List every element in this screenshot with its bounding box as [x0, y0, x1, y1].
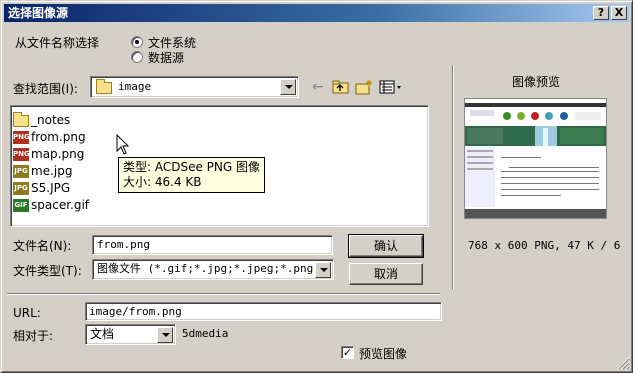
preview-checkbox[interactable]: ✓ [341, 346, 354, 359]
site-name: 5dmedia [182, 327, 229, 340]
ok-button[interactable]: 确认 [348, 234, 424, 258]
title-bar[interactable]: 选择图像源 ? X [4, 4, 629, 22]
filetype-combo[interactable]: 图像文件 (*.gif;*.jpg;*.jpeg;*.png) [92, 259, 334, 280]
radio-filesystem[interactable] [131, 36, 143, 48]
filename-value: from.png [97, 238, 150, 251]
new-folder-icon[interactable] [354, 77, 374, 97]
view-menu-icon[interactable] [378, 77, 404, 97]
file-name: _notes [31, 113, 71, 127]
vertical-divider [452, 65, 454, 289]
png-file-icon: PNG [13, 148, 30, 161]
cancel-button[interactable]: 取消 [349, 263, 423, 285]
relative-label: 相对于: [13, 329, 54, 343]
lookin-combo[interactable]: image [90, 76, 299, 98]
file-name: me.jpg [31, 164, 73, 178]
tooltip-type: 类型: ACDSee PNG 图像 [123, 160, 260, 174]
resize-grip-icon[interactable] [617, 357, 630, 370]
preview-checkbox-label: 预览图像 [359, 347, 408, 361]
file-tooltip: 类型: ACDSee PNG 图像 大小: 46.4 KB [118, 157, 265, 193]
lookin-value: image [118, 80, 152, 93]
jpg-file-icon: JPG [13, 182, 29, 195]
folder-icon [13, 112, 29, 127]
preview-image [464, 98, 607, 219]
horizontal-divider [7, 293, 440, 295]
back-icon[interactable]: ← [308, 77, 328, 97]
filetype-dropdown-arrow[interactable] [315, 262, 331, 278]
dialog-window: 选择图像源 ? X 从文件名称选择 文件系统 数据源 查找范围(I): imag… [0, 0, 633, 373]
png-file-icon: PNG [13, 131, 30, 144]
preview-info: 768 x 600 PNG, 47 K / 6 [468, 239, 621, 252]
preview-title: 图像预览 [512, 75, 561, 89]
source-label: 从文件名称选择 [15, 36, 100, 50]
website-thumbnail-image [465, 99, 606, 218]
radio-datasource-label: 数据源 [148, 51, 185, 65]
radio-datasource[interactable] [131, 51, 143, 63]
folder-icon [96, 79, 112, 94]
close-button[interactable]: X [611, 6, 627, 20]
relative-combo[interactable]: 文档 [85, 324, 176, 345]
gif-file-icon: GIF [13, 199, 29, 212]
filename-input[interactable]: from.png [92, 235, 333, 255]
filename-label: 文件名(N): [13, 239, 72, 253]
jpg-file-icon: JPG [13, 165, 29, 178]
tooltip-size: 大小: 46.4 KB [123, 175, 202, 189]
url-input[interactable]: image/from.png [85, 302, 442, 321]
url-label: URL: [13, 306, 41, 320]
file-name: from.png [31, 130, 86, 144]
file-list[interactable]: _notes PNG from.png PNG map.png JPG me.j… [10, 105, 429, 227]
lookin-dropdown-arrow[interactable] [280, 79, 296, 95]
relative-dropdown-arrow[interactable] [157, 327, 173, 343]
relative-value: 文档 [90, 327, 115, 341]
filetype-value: 图像文件 (*.gif;*.jpg;*.jpeg;*.png) [97, 262, 320, 275]
window-title: 选择图像源 [8, 6, 69, 20]
up-folder-icon[interactable] [331, 77, 351, 97]
help-button[interactable]: ? [593, 6, 609, 20]
filetype-label: 文件类型(T): [13, 264, 82, 278]
url-value: image/from.png [89, 305, 182, 318]
mouse-cursor-icon [116, 134, 130, 155]
file-name: map.png [31, 147, 85, 161]
lookin-label: 查找范围(I): [13, 82, 78, 96]
file-name: S5.JPG [31, 181, 71, 195]
file-name: spacer.gif [31, 198, 90, 212]
